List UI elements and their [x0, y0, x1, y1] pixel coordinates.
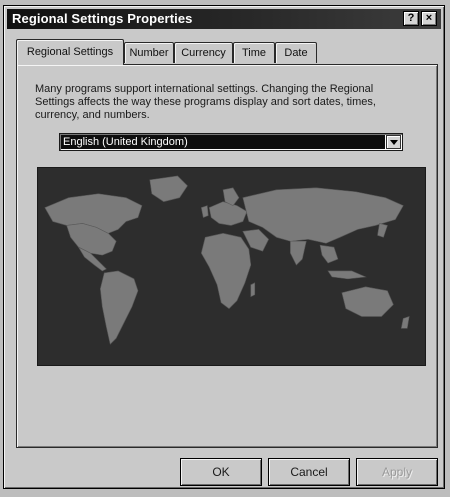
ok-button[interactable]: OK — [180, 458, 262, 486]
title-bar[interactable]: Regional Settings Properties ? × — [7, 9, 441, 29]
locale-selected-value: English (United Kingdom) — [61, 135, 385, 149]
tab-strip: Regional Settings Number Currency Time D… — [16, 39, 436, 65]
tab-currency[interactable]: Currency — [174, 42, 233, 63]
description-text: Many programs support international sett… — [35, 83, 376, 121]
chevron-down-icon — [390, 140, 398, 145]
regional-settings-dialog: Regional Settings Properties ? × Regiona… — [3, 5, 445, 489]
cancel-button[interactable]: Cancel — [268, 458, 350, 486]
tab-number[interactable]: Number — [124, 42, 174, 63]
close-button[interactable]: × — [421, 11, 437, 26]
world-map[interactable] — [37, 167, 426, 366]
tab-date[interactable]: Date — [275, 42, 317, 63]
window-title: Regional Settings Properties — [12, 11, 193, 26]
locale-dropdown-button[interactable] — [386, 135, 401, 149]
help-button[interactable]: ? — [403, 11, 419, 26]
apply-button[interactable]: Apply — [356, 458, 438, 486]
regional-settings-panel: Many programs support international sett… — [16, 64, 438, 448]
tab-time[interactable]: Time — [233, 42, 275, 63]
locale-select[interactable]: English (United Kingdom) — [59, 133, 403, 151]
tab-regional-settings[interactable]: Regional Settings — [16, 39, 124, 65]
